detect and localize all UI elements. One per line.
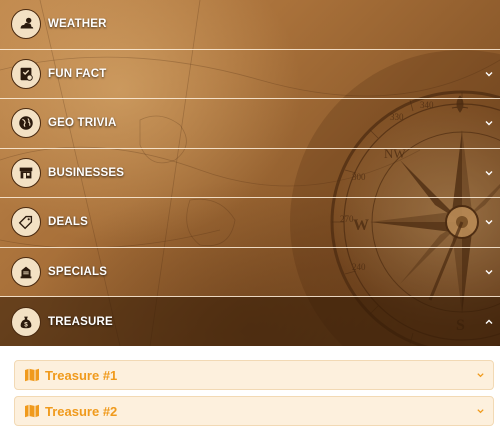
accordion-label: WEATHER <box>48 18 107 31</box>
treasure-item-label: Treasure #2 <box>45 403 118 419</box>
chevron-down-icon <box>484 69 494 79</box>
chevron-down-icon <box>484 168 494 178</box>
map-icon <box>24 368 40 382</box>
accordion-label: BUSINESSES <box>48 166 125 179</box>
checklist-icon <box>11 58 41 89</box>
accordion-item-geo-trivia[interactable]: GEO TRIVIA <box>0 99 500 149</box>
accordion-label: TREASURE <box>48 315 113 328</box>
svg-text:$: $ <box>24 321 28 328</box>
treasure-item-2[interactable]: Treasure #2 <box>14 396 494 426</box>
chevron-down-icon <box>484 267 494 277</box>
accordion-item-businesses[interactable]: BUSINESSES <box>0 149 500 198</box>
weather-icon <box>11 9 41 40</box>
money-bag-icon: $ <box>11 306 41 337</box>
accordion-item-specials[interactable]: SPECIALS <box>0 248 500 297</box>
chevron-down-icon <box>476 407 485 416</box>
accordion-label: SPECIALS <box>48 265 108 278</box>
chevron-down-icon <box>476 371 485 380</box>
accordion-item-deals[interactable]: DEALS <box>0 198 500 248</box>
accordion-label: DEALS <box>48 216 88 229</box>
accordion-label: FUN FACT <box>48 67 107 80</box>
tag-icon <box>11 207 41 238</box>
chevron-up-icon <box>484 317 494 327</box>
chevron-down-icon <box>484 118 494 128</box>
specials-icon <box>11 256 41 287</box>
storefront-icon <box>11 157 41 188</box>
accordion-item-fun-fact[interactable]: FUN FACT <box>0 50 500 99</box>
accordion-label: GEO TRIVIA <box>48 117 117 130</box>
accordion-item-weather[interactable]: WEATHER <box>0 0 500 50</box>
chevron-down-icon <box>484 217 494 227</box>
treasure-panel: Treasure #1 Treasure #2 <box>0 346 500 443</box>
treasure-item-1[interactable]: Treasure #1 <box>14 360 494 390</box>
accordion-list: WEATHER FUN FACT GEO TRIVIA BUSINESSES D… <box>0 0 500 346</box>
globe-icon <box>11 108 41 139</box>
treasure-item-label: Treasure #1 <box>45 367 118 383</box>
map-icon <box>24 404 40 418</box>
accordion-item-treasure[interactable]: $ TREASURE <box>0 297 500 346</box>
